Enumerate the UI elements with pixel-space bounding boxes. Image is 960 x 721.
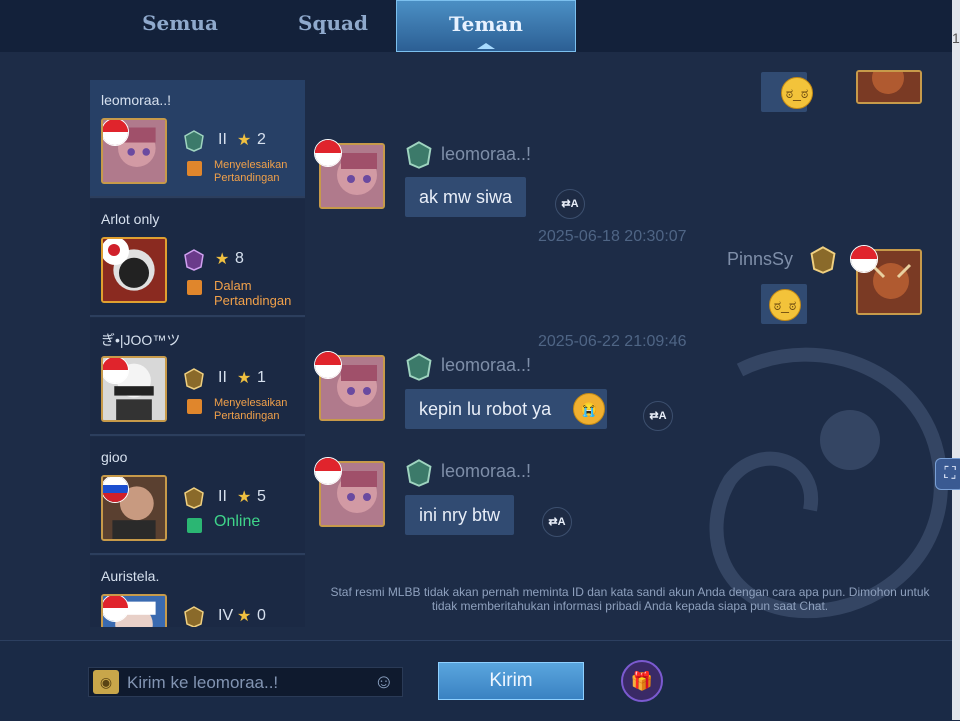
tab-bar: Semua Squad Teman [0,0,952,52]
flag-bahrain-icon [103,358,129,384]
tab-semua[interactable]: Semua [130,0,230,52]
rank-badge-icon [406,353,432,381]
rank-badge-icon [184,606,204,627]
friend-name: gioo [101,449,128,465]
translate-icon[interactable]: ⇄A [542,507,572,537]
star-icon: ★ [237,608,252,625]
star-icon: ★ [237,132,252,149]
friend-item[interactable]: leomoraa..! II ★ 2 Menyelesaikan Pertand… [90,80,305,198]
translate-icon[interactable]: ⇄A [643,401,673,431]
right-edge-strip: 1 [952,0,960,720]
star-count: 2 [257,131,266,148]
flag-indonesia-icon [314,351,342,379]
flag-indonesia-icon [103,120,129,146]
friend-name: Arlot only [101,211,160,227]
friend-list[interactable]: leomoraa..! II ★ 2 Menyelesaikan Pertand… [90,80,305,627]
status-icon [187,280,202,295]
flag-indonesia-icon [103,596,129,622]
emoji-picker-icon[interactable]: ☺ [374,671,394,693]
gift-icon[interactable]: 🎁 [621,660,663,702]
sender-name: leomoraa..! [441,144,532,164]
rank-badge-icon [184,487,204,509]
screenshot-icon[interactable]: ⛶ [935,458,960,490]
chat-bubble-self: ಠ_ಠ [761,284,807,324]
rank-badge-icon [810,246,836,274]
star-count: 5 [257,488,266,505]
crying-emoji-icon: 😭 [573,393,605,425]
message-input-box[interactable]: ◉ ☺ [88,667,403,698]
self-name: PinnsSy [727,249,794,269]
chat-bubble[interactable]: ak mw siwa [405,177,527,217]
status-text: Dalam Pertandingan [214,278,292,308]
friend-item[interactable]: ぎ•|JOO™ツ II ★ 1 Menyelesaikan Pertanding… [90,318,305,436]
sender-name: leomoraa..! [441,355,532,375]
chat-bubble-self: ಠ_ಠ [761,72,813,112]
tab-teman[interactable]: Teman [396,0,576,52]
avatar [101,356,167,422]
star-count: 1 [257,369,266,386]
status-icon [187,161,202,176]
status-icon [187,399,202,414]
tab-squad[interactable]: Squad [283,0,383,52]
avatar [101,475,167,541]
star-icon: ★ [237,489,252,506]
timestamp: 2025-06-22 21:09:46 [538,333,687,350]
flag-indonesia-icon [314,457,342,485]
star-count: 0 [257,607,266,624]
flag-indonesia-icon [850,245,878,273]
rank-badge-icon [406,459,432,487]
star-count: 8 [235,250,244,267]
emoji-icon: ಠ_ಠ [769,289,801,321]
friend-name: Auristela. [101,568,160,584]
avatar [101,594,167,627]
avatar [101,237,167,303]
send-button[interactable]: Kirim [438,662,584,700]
status-text: Online [214,513,261,530]
chat-bubble[interactable]: kepin lu robot ya 😭 [405,389,608,429]
rank-badge-icon [184,130,204,152]
friend-name: leomoraa..! [101,92,172,108]
status-text: Menyelesaikan Pertandingan [214,159,288,184]
rank-tier: II [218,488,227,505]
flag-russia-icon [103,477,129,503]
avatar [856,70,922,104]
chat-bubble[interactable]: ini nry btw [405,495,515,535]
friend-item[interactable]: gioo II ★ 5 Online [90,437,305,555]
friend-name: ぎ•|JOO™ツ [101,332,181,348]
message-text: kepin lu robot ya [419,399,552,419]
timestamp: 2025-06-18 20:30:07 [538,228,687,245]
translate-icon[interactable]: ⇄A [555,189,585,219]
rank-tier: II [218,369,227,386]
rank-tier: IV [218,607,234,624]
online-check-icon [187,518,202,533]
voice-icon[interactable]: ◉ [93,670,119,694]
rank-badge-icon [184,249,204,271]
status-text: Menyelesaikan Pertandingan [214,397,288,422]
star-icon: ★ [215,251,230,268]
rank-tier: II [218,131,227,148]
safety-notice: Staf resmi MLBB tidak akan pernah memint… [330,585,930,613]
avatar [101,118,167,184]
flag-indonesia-icon [314,139,342,167]
sender-name: leomoraa..! [441,461,532,481]
flag-japan-icon [103,239,129,265]
star-icon: ★ [237,370,252,387]
emoji-icon: ಠ_ಠ [781,77,813,109]
message-input[interactable] [125,668,369,698]
friend-item[interactable]: Auristela. IV ★ 0 [90,556,305,627]
rank-badge-icon [406,141,432,169]
friend-item[interactable]: Arlot only ★ 8 Dalam Pertandingan [90,199,305,317]
rank-badge-icon [184,368,204,390]
